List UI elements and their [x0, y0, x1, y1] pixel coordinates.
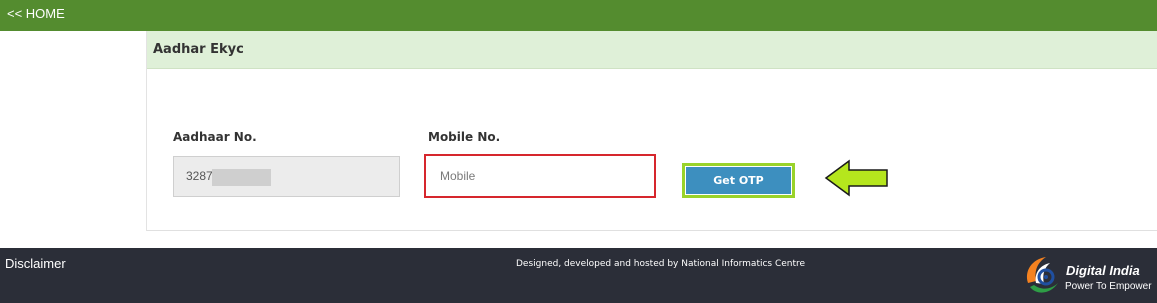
- get-otp-highlight: Get OTP: [682, 163, 795, 198]
- disclaimer-link[interactable]: Disclaimer: [5, 256, 66, 271]
- aadhar-ekyc-panel: Aadhar Ekyc: [146, 31, 1157, 231]
- mobile-label: Mobile No.: [428, 130, 501, 144]
- mobile-input[interactable]: [424, 154, 656, 198]
- home-link[interactable]: << HOME: [7, 6, 65, 21]
- arrow-left-icon: [824, 159, 888, 197]
- aadhaar-label: Aadhaar No.: [173, 130, 257, 144]
- aadhaar-field[interactable]: 3287: [173, 156, 400, 197]
- digital-india-logo: Digital India Power To Empower: [1020, 253, 1154, 299]
- footer-credit: Designed, developed and hosted by Nation…: [516, 259, 806, 269]
- panel-header: Aadhar Ekyc: [147, 31, 1157, 69]
- panel-title: Aadhar Ekyc: [153, 42, 244, 57]
- top-nav-bar: << HOME: [0, 0, 1157, 31]
- aadhaar-value: 3287: [186, 169, 213, 183]
- get-otp-button[interactable]: Get OTP: [686, 167, 791, 194]
- aadhaar-redaction-mask: [212, 169, 271, 186]
- digital-india-logo-icon: [1026, 257, 1058, 293]
- logo-tagline: Power To Empower: [1065, 281, 1152, 292]
- logo-title: Digital India: [1066, 263, 1140, 278]
- footer: Disclaimer Designed, developed and hoste…: [0, 248, 1157, 303]
